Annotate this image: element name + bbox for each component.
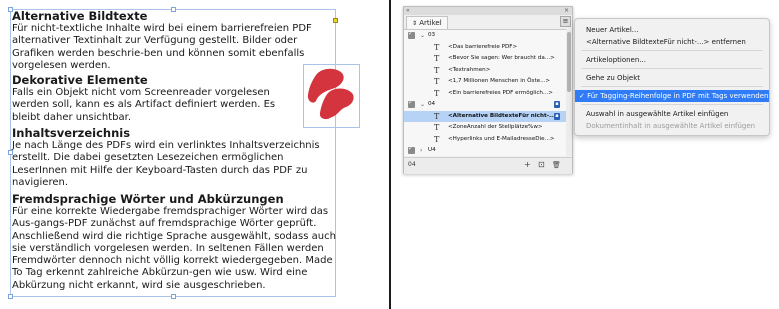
article-name: 03 (428, 32, 436, 38)
expand-chevron-icon[interactable]: ⌄ (420, 30, 425, 42)
text-frame-icon: T (434, 88, 440, 98)
collapse-chevron-icon[interactable]: › (420, 145, 422, 156)
section-heading: Fremdsprachige Wörter und Abkürzungen (12, 192, 284, 206)
add-selection-button[interactable]: ⊡ (538, 160, 545, 170)
text-frame-icon: T (434, 123, 440, 132)
menu-item-label: <Alternative BildtexteFür nicht-...> ent… (586, 38, 746, 46)
article-name: U4 (428, 147, 436, 153)
menu-item[interactable]: Neuer Artikel... (575, 24, 769, 36)
close-icon[interactable]: × (564, 7, 569, 15)
section-alternative-bildtexte: Alternative Bildtexte Für nicht-textlich… (12, 9, 338, 72)
story-row[interactable]: T <Textrahmen> (404, 65, 566, 77)
section-inhaltsverzeichnis: Inhaltsverzeichnis Je nach Länge des PDF… (12, 126, 340, 189)
text-frame-icon: T (434, 42, 440, 52)
tab-artikel[interactable]: ⇕ Artikel (406, 16, 448, 29)
story-row[interactable]: T <Ein barrierefreies PDF ermöglich...> (404, 88, 566, 100)
article-row[interactable]: › U4 (404, 143, 566, 156)
tab-label: Artikel (419, 19, 442, 27)
menu-item-label: Dokumentinhalt in ausgewählte Artikel ei… (586, 122, 756, 130)
menu-separator (581, 50, 763, 51)
story-row[interactable]: T <Hyperlinks und E-MailadresseDie...> (404, 134, 566, 146)
story-row[interactable]: T <Das barrierefreie PDF> (404, 42, 566, 54)
story-row[interactable]: T <Alternative BildtexteFür nicht-...> ▪ (404, 110, 566, 122)
articles-list: ⌄03T<Das barrierefreie PDF>T<Bevor Sie s… (404, 29, 566, 156)
frame-handle-bottom-middle[interactable] (171, 294, 176, 299)
menu-separator (581, 68, 763, 69)
articles-panel: « × ⇕ Artikel ≡ ⌄03T<Das barrierefreie P… (403, 6, 573, 174)
menu-item[interactable]: Artikeloptionen... (575, 54, 769, 66)
collapse-icon[interactable]: « (406, 7, 410, 15)
story-name: <Ein barrierefreies PDF ermöglich...> (448, 89, 553, 96)
menu-item: Dokumentinhalt in ausgewählte Artikel ei… (575, 120, 769, 132)
include-checkbox[interactable] (408, 143, 415, 155)
story-row[interactable]: T <1,7 Millionen Menschen in Öste...> (404, 76, 566, 88)
section-dekorative-elemente: Dekorative Elemente Falls ein Objekt nic… (12, 73, 304, 124)
decorative-graphic (307, 68, 354, 120)
panel-flyout-menu: Neuer Artikel... <Alternative BildtexteFü… (574, 18, 770, 136)
scrollbar[interactable] (566, 29, 572, 155)
text-frame-icon: T (434, 111, 440, 121)
text-frame-icon: T (434, 54, 440, 63)
text-frame-icon: T (434, 77, 440, 86)
panel-footer: 04 + ⊡ 🗑 (404, 157, 572, 174)
include-checkbox[interactable] (408, 97, 415, 109)
menu-item-label: Neuer Artikel... (586, 26, 639, 34)
menu-item[interactable]: ✓ Für Tagging-Reihenfolge in PDF mit Tag… (575, 90, 769, 102)
screen-divider (389, 0, 391, 309)
story-name: <ZoneAnzahl der Stellplätze%w> (448, 124, 543, 130)
menu-separator (581, 86, 763, 87)
section-heading: Inhaltsverzeichnis (12, 126, 131, 140)
delete-button[interactable]: 🗑 (552, 160, 561, 170)
section-heading: Alternative Bildtexte (12, 9, 148, 23)
menu-item[interactable]: <Alternative BildtexteFür nicht-...> ent… (575, 36, 769, 48)
section-body: Falls ein Objekt nicht vom Screenreader … (12, 87, 276, 123)
scrollbar-thumb[interactable] (567, 32, 571, 92)
story-row[interactable]: T <ZoneAnzahl der Stellplätze%w> (404, 122, 566, 134)
story-name: <Bevor Sie sagen: Wer braucht da...> (448, 55, 555, 61)
article-count: 04 (408, 161, 416, 168)
text-frame-icon: T (434, 134, 440, 144)
story-name: <Alternative BildtexteFür nicht-...> (448, 112, 561, 119)
story-name: <Textrahmen> (448, 66, 491, 73)
article-name: 04 (428, 101, 436, 107)
story-name: <Das barrierefreie PDF> (448, 43, 518, 50)
sort-arrows-icon: ⇕ (412, 20, 418, 27)
menu-separator (581, 104, 763, 105)
hamburger-menu-icon[interactable]: ≡ (560, 16, 571, 27)
include-checkbox[interactable] (408, 30, 415, 40)
section-body: Je nach Länge des PDFs wird ein verlinkt… (12, 140, 320, 188)
text-frame-icon: T (434, 65, 440, 75)
menu-item-label: Für Tagging-Reihenfolge in PDF mit Tags … (587, 92, 769, 100)
section-heading: Dekorative Elemente (12, 73, 148, 87)
graphic-frame[interactable] (303, 64, 360, 128)
story-name: <1,7 Millionen Menschen in Öste...> (448, 78, 551, 84)
article-row[interactable]: ⌄03 (404, 30, 566, 42)
expand-chevron-icon[interactable]: ⌄ (420, 99, 425, 111)
menu-item-label: Artikeloptionen... (586, 56, 646, 64)
panel-title-bar[interactable]: « × (404, 7, 572, 15)
frame-handle-bottom-left[interactable] (8, 294, 13, 299)
menu-item[interactable]: Auswahl in ausgewählte Artikel einfügen (575, 108, 769, 120)
menu-item-label: Auswahl in ausgewählte Artikel einfügen (586, 110, 729, 118)
menu-item-label: Gehe zu Objekt (586, 74, 641, 82)
new-article-button[interactable]: + (524, 160, 531, 170)
section-body: Für nicht-textliche Inhalte wird bei ein… (12, 23, 312, 71)
selection-indicator-icon: ▪ (554, 112, 560, 120)
section-body: Für eine korrekte Wiedergabe fremdsprach… (12, 206, 336, 291)
menu-item[interactable]: Gehe zu Objekt (575, 72, 769, 84)
selection-indicator-icon: ▪ (554, 101, 560, 108)
article-row[interactable]: ⌄04 ▪ (404, 97, 566, 111)
story-row[interactable]: T <Bevor Sie sagen: Wer braucht da...> (404, 53, 566, 65)
story-name: <Hyperlinks und E-MailadresseDie...> (448, 135, 555, 142)
checkmark-icon: ✓ (579, 92, 588, 100)
section-fremdsprachige-woerter: Fremdsprachige Wörter und Abkürzungen Fü… (12, 192, 338, 292)
document-page: Alternative Bildtexte Für nicht-textlich… (0, 0, 388, 309)
